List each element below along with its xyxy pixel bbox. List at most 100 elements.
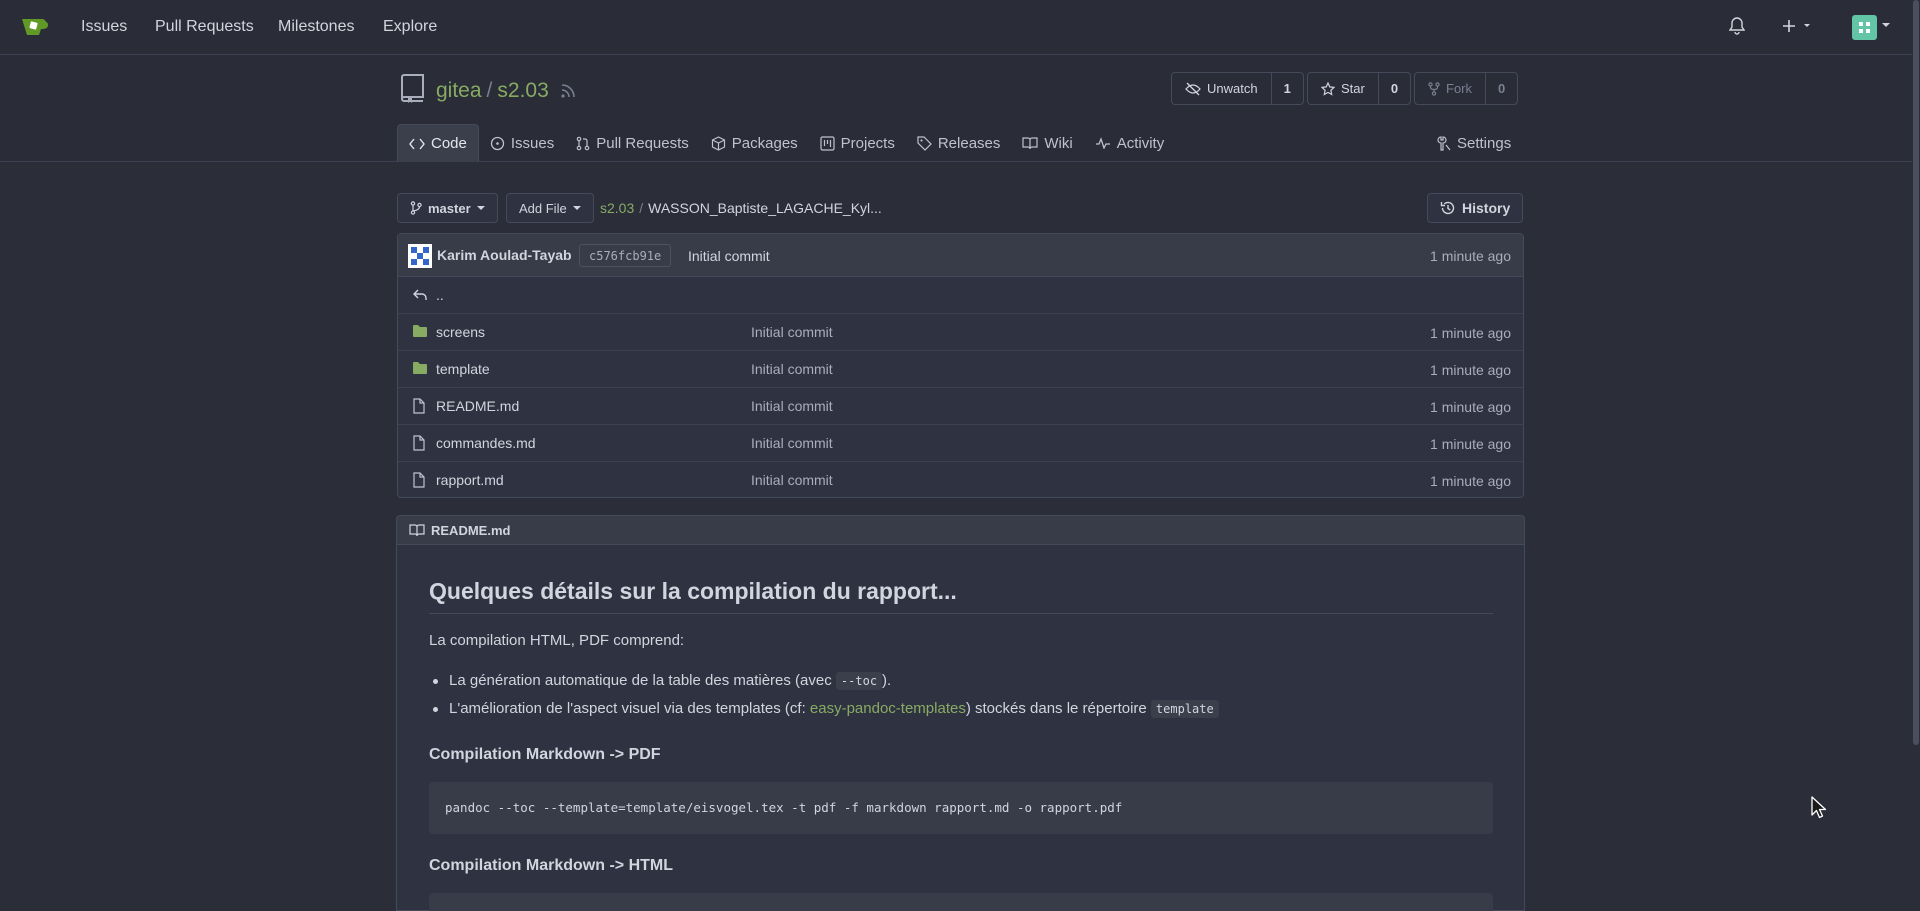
tab-packages-label: Packages	[731, 134, 798, 152]
tab-projects[interactable]: Projects	[809, 124, 906, 162]
tab-settings[interactable]: Settings	[1437, 124, 1511, 162]
nav-milestones[interactable]: Milestones	[278, 18, 354, 36]
file-row-commandes[interactable]: commandes.md Initial commit 1 minute ago	[398, 425, 1523, 462]
file-commit-message-link[interactable]: Initial commit	[751, 472, 833, 488]
issue-icon	[490, 136, 505, 151]
nav-explore[interactable]: Explore	[383, 18, 437, 36]
file-icon	[412, 472, 428, 488]
file-commit-message-link[interactable]: Initial commit	[751, 398, 833, 414]
star-button[interactable]: Star	[1308, 73, 1379, 104]
fork-button[interactable]: Fork	[1415, 73, 1486, 104]
file-row-template[interactable]: template Initial commit 1 minute ago	[398, 351, 1523, 388]
file-commit-message-link[interactable]: Initial commit	[751, 435, 833, 451]
easy-pandoc-templates-link[interactable]: easy-pandoc-templates	[810, 700, 966, 717]
tab-code-label: Code	[431, 135, 467, 152]
file-row-rapport[interactable]: rapport.md Initial commit 1 minute ago	[398, 462, 1523, 499]
fork-icon	[1428, 81, 1440, 96]
tag-icon	[917, 135, 932, 151]
file-name-link[interactable]: template	[436, 361, 490, 377]
file-row-readme[interactable]: README.md Initial commit 1 minute ago	[398, 388, 1523, 425]
commit-author-link[interactable]: Karim Aoulad-Tayab	[437, 247, 572, 263]
tab-pull-requests-label: Pull Requests	[596, 134, 689, 152]
package-icon	[711, 135, 726, 151]
repo-name-link[interactable]: s2.03	[497, 79, 548, 103]
tab-packages[interactable]: Packages	[700, 124, 809, 162]
page-scrollbar[interactable]	[1912, 0, 1920, 911]
tools-icon	[1437, 135, 1451, 151]
readme-content: Quelques détails sur la compilation du r…	[396, 545, 1525, 911]
repo-title: gitea / s2.03	[436, 79, 575, 103]
code-block-pdf: pandoc --toc --template=template/eisvoge…	[429, 782, 1493, 834]
user-avatar[interactable]	[1852, 15, 1877, 40]
file-row-screens[interactable]: screens Initial commit 1 minute ago	[398, 314, 1523, 351]
project-icon	[820, 135, 835, 151]
list-item-text: ) stockés dans le répertoire	[965, 700, 1151, 717]
rss-feed-icon[interactable]	[561, 84, 575, 98]
readme-intro-paragraph: La compilation HTML, PDF comprend:	[429, 632, 685, 649]
create-new-plus-icon[interactable]	[1783, 19, 1815, 33]
chevron-down-icon[interactable]	[1882, 22, 1890, 28]
file-commit-message-link[interactable]: Initial commit	[751, 361, 833, 377]
star-label: Star	[1341, 81, 1365, 96]
commit-message-link[interactable]: Initial commit	[688, 248, 770, 264]
branch-selector[interactable]: master	[397, 193, 498, 223]
repo-owner-link[interactable]: gitea	[436, 79, 482, 103]
branch-icon	[410, 201, 422, 215]
file-icon	[412, 435, 428, 451]
nav-issues[interactable]: Issues	[81, 18, 127, 36]
bell-icon[interactable]	[1729, 17, 1745, 35]
file-name-link[interactable]: rapport.md	[436, 472, 504, 488]
stars-count[interactable]: 0	[1379, 73, 1410, 104]
breadcrumb-repo-link[interactable]: s2.03	[600, 200, 634, 216]
readme-subheading-html: Compilation Markdown -> HTML	[429, 857, 673, 874]
tab-pull-requests[interactable]: Pull Requests	[565, 124, 700, 162]
file-icon	[412, 398, 428, 414]
commit-sha-link[interactable]: c576fcb91e	[579, 244, 672, 267]
file-commit-time: 1 minute ago	[1430, 325, 1511, 341]
list-item-text: La génération automatique de la table de…	[449, 672, 836, 689]
branch-name: master	[428, 200, 471, 216]
tab-releases-label: Releases	[937, 134, 1001, 152]
history-button[interactable]: History	[1427, 193, 1524, 223]
repo-tabs: Code Issues Pull Requests Packages Proje…	[397, 124, 1175, 162]
parent-directory-row[interactable]: ..	[398, 277, 1523, 314]
list-item-text: ).	[882, 672, 892, 689]
eye-closed-icon	[1185, 82, 1201, 96]
scrollbar-thumb[interactable]	[1913, 0, 1919, 745]
add-file-label: Add File	[519, 200, 567, 216]
tab-code[interactable]: Code	[397, 124, 479, 162]
readme-list-item: La génération automatique de la table de…	[432, 672, 892, 690]
tab-activity[interactable]: Activity	[1084, 124, 1176, 162]
chevron-down-icon	[476, 205, 485, 211]
parent-directory-link[interactable]: ..	[436, 287, 444, 303]
unwatch-button[interactable]: Unwatch	[1172, 73, 1272, 104]
add-file-dropdown[interactable]: Add File	[506, 193, 594, 223]
nav-pull-requests[interactable]: Pull Requests	[155, 18, 254, 36]
file-table: Karim Aoulad-Tayab c576fcb91e Initial co…	[397, 233, 1524, 498]
gitea-logo-icon[interactable]	[20, 14, 50, 38]
fork-button-group: Fork 0	[1414, 72, 1519, 105]
tab-activity-label: Activity	[1116, 134, 1165, 152]
file-commit-time: 1 minute ago	[1430, 362, 1511, 378]
tab-issues-label: Issues	[510, 134, 555, 152]
readme-heading: Quelques détails sur la compilation du r…	[429, 578, 1493, 614]
commit-author-avatar[interactable]	[408, 244, 432, 268]
folder-icon	[412, 361, 428, 377]
file-name-link[interactable]: README.md	[436, 398, 519, 414]
tab-wiki-label: Wiki	[1044, 134, 1073, 152]
tab-issues[interactable]: Issues	[479, 124, 565, 162]
watchers-count[interactable]: 1	[1272, 73, 1303, 104]
readme-filename: README.md	[431, 522, 511, 538]
file-name-link[interactable]: screens	[436, 324, 485, 340]
tab-settings-label: Settings	[1457, 134, 1512, 152]
forks-count[interactable]: 0	[1486, 73, 1517, 104]
pulse-icon	[1095, 137, 1111, 149]
repo-title-separator: /	[486, 79, 493, 102]
tab-releases[interactable]: Releases	[906, 124, 1012, 162]
fork-label: Fork	[1446, 81, 1472, 96]
file-name-link[interactable]: commandes.md	[436, 435, 536, 451]
code-icon	[409, 138, 425, 150]
file-commit-message-link[interactable]: Initial commit	[751, 324, 833, 340]
tab-wiki[interactable]: Wiki	[1011, 124, 1083, 162]
unwatch-button-group: Unwatch 1	[1171, 72, 1304, 105]
